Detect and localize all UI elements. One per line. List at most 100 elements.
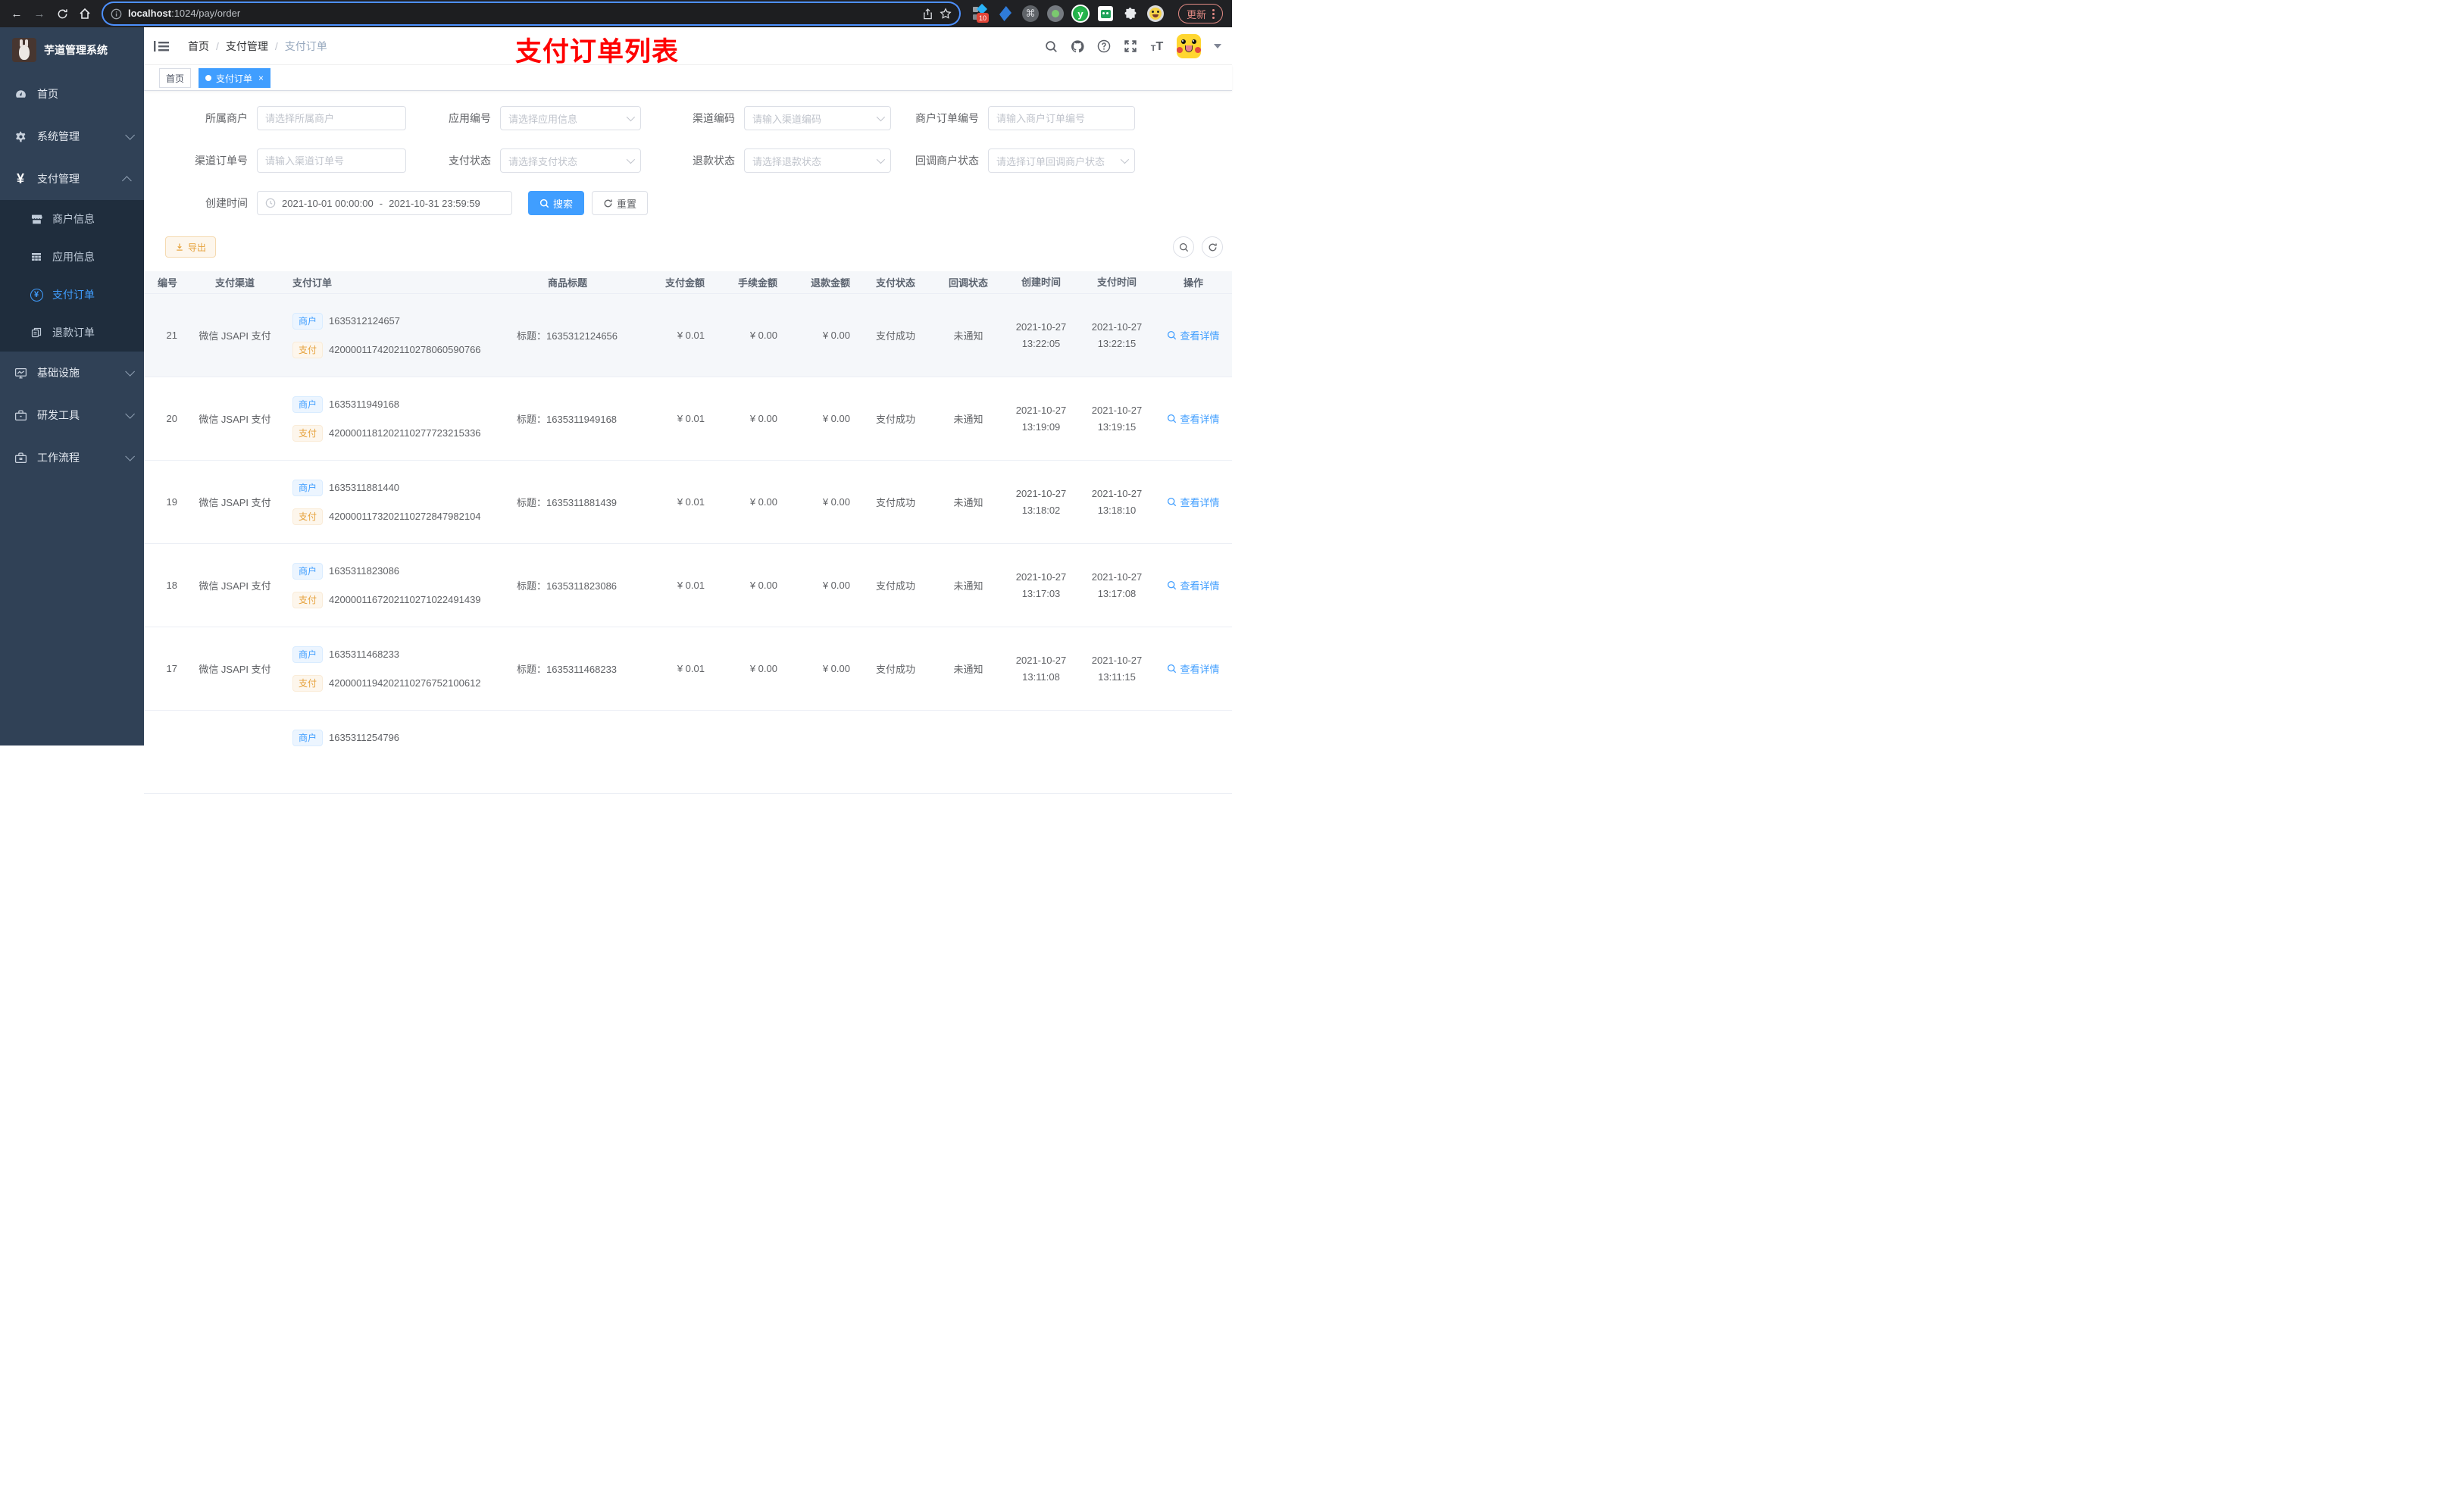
extension-record-icon[interactable]: [1046, 5, 1065, 23]
pay-tag: 支付: [292, 341, 324, 358]
tab-home[interactable]: 首页: [159, 68, 192, 88]
product-title: 标题：1635311949168: [517, 414, 618, 425]
caret-down-icon[interactable]: [1214, 44, 1221, 48]
refresh-table-button[interactable]: [1202, 236, 1223, 258]
sidebar-item-payment[interactable]: ¥ 支付管理: [0, 158, 144, 200]
extension-kite-icon[interactable]: [996, 5, 1015, 23]
table-row: 商户 1635311254796 支付 标题：: [144, 711, 1232, 794]
product-title: 标题：1635311468233: [517, 664, 618, 675]
clock-icon: [265, 198, 276, 208]
sidebar-item-system[interactable]: 系统管理: [0, 115, 144, 158]
view-detail-link[interactable]: 查看详情: [1167, 495, 1220, 509]
action-cell: 查看详情: [1155, 377, 1232, 460]
sidebar-item-merchant-info[interactable]: 商户信息: [0, 200, 144, 238]
gear-icon: [14, 130, 27, 143]
github-icon[interactable]: [1071, 39, 1084, 53]
tab-pay-order[interactable]: 支付订单 ×: [199, 68, 271, 88]
reload-icon[interactable]: [52, 3, 73, 24]
view-detail-link[interactable]: 查看详情: [1167, 411, 1220, 426]
extensions-bar: 10 ⌘ y: [971, 3, 1165, 23]
extension-diamond-icon[interactable]: 10: [971, 3, 990, 23]
refund-amount: ¥ 0.00: [822, 413, 850, 424]
chevron-down-icon: [626, 155, 636, 164]
create-time: 2021-10-27 13:11:08: [1015, 654, 1067, 683]
search-button[interactable]: 搜索: [528, 191, 585, 215]
extension-command-icon[interactable]: ⌘: [1021, 5, 1040, 23]
browser-toolbar: ← → localhost:1024/pay/order 10 ⌘ y 更新: [0, 0, 1232, 27]
sidebar-item-workflow[interactable]: 工作流程: [0, 436, 144, 479]
pay-status: [858, 711, 933, 793]
share-icon[interactable]: [922, 8, 933, 20]
search-icon: [1168, 330, 1177, 340]
filter-notify-status: 回调商户状态 请选择订单回调商户状态: [897, 148, 1135, 173]
browser-menu-icon[interactable]: [1212, 8, 1215, 19]
pay-order-cell: 商户 1635311949168 支付 42000011812021102777…: [283, 377, 496, 460]
sidebar-item-app-info[interactable]: 应用信息: [0, 238, 144, 276]
pay-channel: 微信 JSAPI 支付: [199, 414, 271, 425]
notify-status-select[interactable]: 请选择订单回调商户状态: [988, 148, 1135, 173]
reset-button[interactable]: 重置: [592, 191, 649, 215]
notify-status: 未通知: [953, 497, 983, 508]
forward-icon[interactable]: →: [29, 3, 50, 24]
filter-channel-code: 渠道编码 请输入渠道编码: [653, 106, 891, 130]
search-icon: [1168, 580, 1177, 590]
refund-amount: ¥ 0.00: [822, 663, 850, 674]
sidebar-item-pay-order[interactable]: ¥ 支付订单: [0, 276, 144, 314]
puzzle-icon[interactable]: [1121, 5, 1140, 23]
fee-amount: ¥ 0.00: [749, 580, 777, 591]
extension-y-icon[interactable]: y: [1071, 5, 1090, 23]
breadcrumb: 首页 / 支付管理 / 支付订单: [188, 39, 327, 54]
sidebar-item-refund-order[interactable]: 退款订单: [0, 314, 144, 352]
date-range-input[interactable]: 2021-10-01 00:00:00 - 2021-10-31 23:59:5…: [257, 191, 512, 215]
close-icon[interactable]: ×: [258, 73, 264, 83]
breadcrumb-pay-mgmt: 支付管理: [225, 40, 268, 52]
update-button[interactable]: 更新: [1178, 4, 1224, 23]
breadcrumb-home[interactable]: 首页: [188, 39, 209, 54]
url-bar[interactable]: localhost:1024/pay/order: [103, 3, 959, 24]
star-icon[interactable]: [940, 8, 952, 20]
search-icon: [1168, 497, 1177, 507]
back-icon[interactable]: ←: [6, 3, 27, 24]
monitor-chart-icon: [14, 366, 27, 380]
font-size-icon[interactable]: TT: [1150, 39, 1164, 53]
pay-status-select[interactable]: 请选择支付状态: [500, 148, 641, 173]
merchant-input[interactable]: [265, 112, 398, 124]
search-icon[interactable]: [1044, 39, 1058, 53]
search-icon: [1168, 664, 1177, 674]
pay-order-cell: 商户 1635311254796 支付: [283, 711, 496, 793]
toggle-search-button[interactable]: [1173, 236, 1194, 258]
filter-create-time: 创建时间 2021-10-01 00:00:00 - 2021-10-31 23…: [160, 191, 512, 215]
app-no-select[interactable]: 请选择应用信息: [500, 106, 641, 130]
fee-amount: [712, 711, 785, 793]
pay-order-cell: 商户 1635312124657 支付 42000011742021102780…: [283, 294, 496, 377]
refund-status-select[interactable]: 请选择退款状态: [744, 148, 891, 173]
action-cell: [1155, 711, 1232, 793]
view-detail-link[interactable]: 查看详情: [1167, 578, 1220, 592]
fee-amount: ¥ 0.00: [749, 330, 777, 341]
view-detail-link[interactable]: 查看详情: [1167, 328, 1220, 342]
extension-chat-icon[interactable]: [1096, 5, 1115, 23]
table-body: 21 微信 JSAPI 支付 商户 1635312124657 支付 42000…: [144, 294, 1232, 794]
home-icon[interactable]: [74, 3, 95, 24]
help-icon[interactable]: [1097, 39, 1111, 53]
action-cell: 查看详情: [1155, 544, 1232, 627]
sidebar-item-infrastructure[interactable]: 基础设施: [0, 352, 144, 394]
merchant-tag: 商户: [292, 645, 324, 663]
refresh-icon: [604, 198, 612, 207]
channel-order-no-input[interactable]: [265, 155, 398, 167]
table-header: 编号 支付渠道 支付订单 商品标题 支付金额 手续金额 退款金额 支付状态 回调…: [144, 271, 1232, 294]
avatar[interactable]: [1177, 34, 1201, 58]
fullscreen-icon[interactable]: [1124, 39, 1137, 53]
view-detail-link[interactable]: 查看详情: [1167, 661, 1220, 676]
fold-sidebar-icon[interactable]: [153, 39, 170, 54]
app-logo[interactable]: 芋道管理系统: [0, 27, 144, 73]
export-button[interactable]: 导出: [165, 236, 217, 258]
sidebar-item-devtools[interactable]: 研发工具: [0, 394, 144, 436]
merchant-order-no-input[interactable]: [996, 112, 1127, 124]
shop-icon: [30, 212, 43, 226]
info-icon[interactable]: [111, 8, 122, 20]
emoji-profile-icon[interactable]: [1146, 5, 1165, 23]
channel-code-select[interactable]: 请输入渠道编码: [744, 106, 891, 130]
pay-time: 2021-10-27 13:11:15: [1091, 654, 1143, 683]
sidebar-item-home[interactable]: 首页: [0, 73, 144, 115]
